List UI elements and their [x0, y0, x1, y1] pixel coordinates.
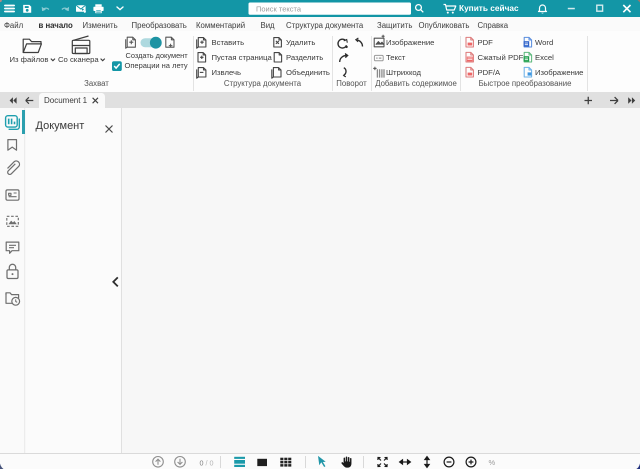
svg-text:0 / 0: 0 / 0	[200, 458, 214, 467]
svg-text:Document 1: Document 1	[44, 96, 88, 105]
svg-text:Купить сейчас: Купить сейчас	[459, 3, 519, 13]
svg-text:Поиск текста: Поиск текста	[256, 5, 302, 14]
svg-text:%: %	[489, 458, 496, 467]
